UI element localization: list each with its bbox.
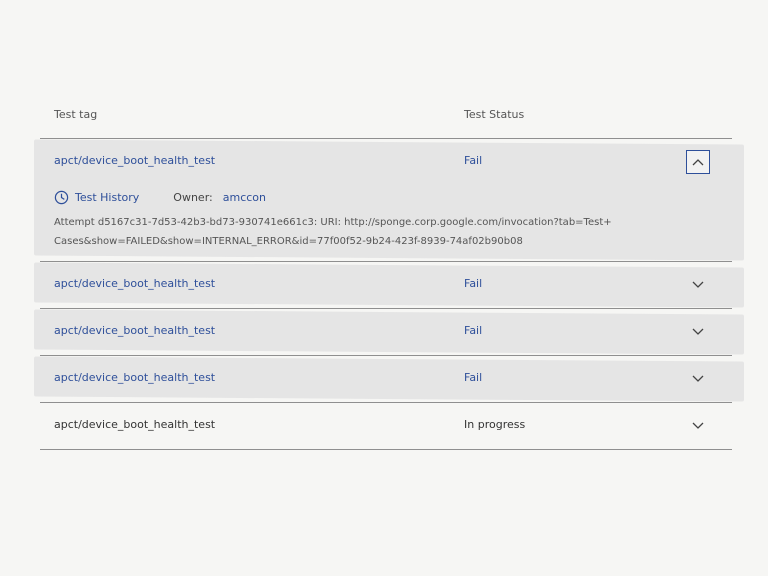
details-meta: Test History Owner: amccon [54,185,718,209]
column-header-test-status: Test Status [464,108,525,121]
table-row: apct/device_boot_health_test Fail [40,262,732,309]
attempt-details: Attempt d5167c31-7d53-42b3-bd73-930741e6… [54,217,612,247]
row-summary[interactable]: apct/device_boot_health_test Fail [40,309,732,355]
expand-row-button[interactable] [686,414,710,438]
table-header: Test tag Test Status [40,96,732,139]
test-tag-link[interactable]: apct/device_boot_health_test [54,277,215,290]
test-status: Fail [464,154,483,167]
owner-label: Owner: [173,190,213,204]
clock-icon [54,190,69,204]
test-results-table: Test tag Test Status apct/device_boot_he… [40,96,732,450]
table-row: apct/device_boot_health_test Fail Test H… [40,139,732,262]
test-status: Fail [464,277,483,290]
test-status: In progress [464,418,526,431]
chevron-up-icon [692,159,704,166]
table-row: apct/device_boot_health_test Fail [40,309,732,356]
expand-row-button[interactable] [686,320,710,344]
test-tag-link[interactable]: apct/device_boot_health_test [54,154,215,167]
expand-row-button[interactable] [686,273,710,297]
test-history-link[interactable]: Test History [54,190,139,205]
chevron-down-icon [692,375,704,382]
test-history-label: Test History [75,190,140,204]
collapse-row-button[interactable] [686,150,710,174]
test-status: Fail [464,324,483,337]
test-status: Fail [464,371,483,384]
row-details: Test History Owner: amccon Attempt d5167… [40,185,732,261]
row-summary[interactable]: apct/device_boot_health_test In progress [40,403,732,449]
owner-value[interactable]: amccon [223,191,266,204]
expand-row-button[interactable] [686,367,710,391]
row-summary[interactable]: apct/device_boot_health_test Fail [40,139,732,185]
table-row: apct/device_boot_health_test In progress [40,403,732,450]
chevron-down-icon [692,281,704,288]
test-tag-link[interactable]: apct/device_boot_health_test [54,324,215,337]
row-summary[interactable]: apct/device_boot_health_test Fail [40,356,732,402]
row-summary[interactable]: apct/device_boot_health_test Fail [40,262,732,308]
test-tag-link[interactable]: apct/device_boot_health_test [54,371,215,384]
test-tag-text: apct/device_boot_health_test [54,418,216,431]
table-row: apct/device_boot_health_test Fail [40,356,732,403]
column-header-test-tag: Test tag [54,108,98,121]
chevron-down-icon [692,328,704,335]
chevron-down-icon [692,422,704,429]
